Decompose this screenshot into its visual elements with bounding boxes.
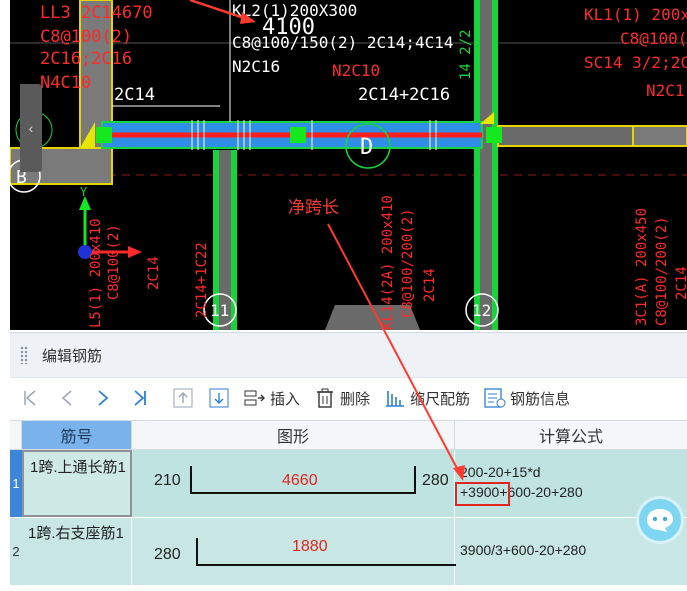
row-number: 2 — [12, 544, 20, 559]
cad-text-ll3: LL3 2C14670 — [40, 3, 153, 23]
skip-first-icon — [20, 387, 42, 409]
shape-mid-length: 1880 — [292, 538, 328, 555]
bar-name-cell[interactable]: 1跨.上通长筋1 — [22, 450, 132, 517]
grip-left[interactable] — [96, 127, 112, 143]
prev-record-button[interactable] — [56, 383, 78, 413]
collapse-left-handle[interactable]: ‹ — [20, 84, 42, 172]
cad-vtext-2c14-1c22: 2C14+1C22 — [194, 242, 210, 318]
table-header-row: 筋号 图形 计算公式 — [10, 420, 687, 450]
chevron-left-icon: ‹ — [28, 120, 34, 136]
scale-rebar-button[interactable]: 缩尺配筋 — [384, 383, 470, 413]
cad-vtext-2c14-b: 2C14 — [422, 268, 438, 302]
delete-button[interactable]: 删除 — [314, 383, 370, 413]
trash-icon — [314, 387, 336, 409]
bar-shape-cell[interactable]: 210 4660 280 — [132, 450, 455, 517]
first-record-button[interactable] — [20, 383, 42, 413]
header-formula[interactable]: 计算公式 — [455, 421, 687, 449]
edit-rebar-panel: 编辑钢筋 插入 删除 缩尺配筋 钢筋信息 筋号 图形 计算公式 1 1跨.上通长… — [10, 332, 687, 591]
cad-text-n2c16: N2C16 — [232, 57, 280, 76]
cad-text-sc14: SC14 3/2;2C1 — [584, 53, 687, 72]
scale-rebar-label: 缩尺配筋 — [410, 390, 471, 408]
table-row[interactable]: 1 1跨.上通长筋1 210 4660 280 200-20+15*d +390… — [10, 450, 687, 518]
cad-vtext-c8-200b: C8@100/200(2) — [654, 216, 670, 326]
ucs-y-label: Y — [80, 185, 88, 199]
formula-rest: +600-20+280 — [499, 484, 583, 500]
drag-grip-icon[interactable] — [20, 346, 28, 364]
cad-vtext-l2: C8@100(2) — [106, 224, 122, 300]
cad-vtext-kl14: KL14(2A) 200x410 — [380, 195, 396, 330]
cad-text-c8-150: C8@100/150(2) 2C14;4C14 — [232, 33, 454, 52]
axis-bubble-12: 12 — [472, 301, 491, 320]
rebar-info-label: 钢筋信息 — [510, 390, 571, 408]
cad-text-c8at100: C8@100(2) — [40, 27, 132, 47]
prev-icon — [56, 387, 78, 409]
rebar-table: 筋号 图形 计算公式 1 1跨.上通长筋1 210 4660 280 200-2… — [10, 420, 687, 586]
highlight-box — [455, 482, 510, 506]
last-record-button[interactable] — [128, 383, 150, 413]
cad-vtext-3c1: 3C1(A) 200x450 — [634, 208, 650, 326]
next-icon — [92, 387, 114, 409]
header-bar-number[interactable]: 筋号 — [22, 421, 132, 449]
next-record-button[interactable] — [92, 383, 114, 413]
move-up-button[interactable] — [172, 383, 194, 413]
cad-text-n4c10: N4C10 — [40, 73, 91, 93]
grip-right[interactable] — [486, 127, 502, 143]
delete-label: 删除 — [340, 390, 371, 408]
skip-last-icon — [128, 387, 150, 409]
arrow-down-box-icon — [208, 387, 230, 409]
cad-text-n2c1: N2C1 — [646, 81, 685, 100]
info-list-icon — [484, 387, 506, 409]
insert-label: 插入 — [270, 390, 301, 408]
cad-vtext-l3: 2C14 — [146, 256, 162, 290]
arrow-up-box-icon — [172, 387, 194, 409]
panel-toolbar: 插入 删除 缩尺配筋 钢筋信息 — [10, 378, 687, 418]
cad-text-c8-100-right: C8@100(2 — [620, 29, 687, 48]
row-number: 1 — [10, 450, 22, 517]
panel-title: 编辑钢筋 — [42, 347, 103, 365]
chat-assistant-button[interactable] — [636, 496, 684, 544]
shape-right-length: 280 — [422, 472, 449, 489]
bar-name-cell[interactable]: 1跨.右支座筋1 — [22, 518, 132, 585]
shape-left-length: 280 — [154, 546, 181, 563]
move-down-button[interactable] — [208, 383, 230, 413]
cad-drawing: D B 11 12 Y LL3 2C14670 C8@100(2) 2C16;2… — [10, 0, 687, 330]
cad-text-c2c16: 2C16;2C16 — [40, 49, 132, 69]
cad-vtext-2c14-c: 2C14 — [674, 266, 687, 300]
axis-bubble-11: 11 — [210, 301, 229, 320]
insert-button[interactable]: 插入 — [244, 383, 300, 413]
chat-icon — [647, 509, 673, 532]
formula-line-1: 200-20+15*d — [460, 464, 541, 480]
annotation-label: 净跨长 — [288, 198, 339, 217]
cad-viewport[interactable]: D B 11 12 Y LL3 2C14670 C8@100(2) 2C16;2… — [10, 0, 687, 330]
scale-bars-icon — [384, 387, 406, 409]
insert-row-icon — [244, 387, 266, 409]
cad-text-top-2c14: 2C14 — [114, 85, 155, 105]
cad-text-n2c10: N2C10 — [332, 61, 380, 80]
cad-text-top-2c14-2c16: 2C14+2C16 — [358, 85, 450, 105]
axis-bubble-d: D — [360, 135, 373, 160]
table-row[interactable]: 2 1跨.右支座筋1 280 1880 3900/3+600-20+280 — [10, 518, 687, 586]
bar-shape-cell[interactable]: 280 1880 — [132, 518, 456, 585]
grip-mid[interactable] — [290, 127, 306, 143]
panel-header: 编辑钢筋 — [10, 332, 687, 378]
cad-vtext-l1: L5(1) 200x410 — [88, 218, 104, 328]
header-shape[interactable]: 图形 — [132, 421, 455, 449]
shape-mid-length: 4660 — [282, 472, 318, 489]
rebar-info-button[interactable]: 钢筋信息 — [484, 383, 570, 413]
cad-text-kl1-spec: KL1(1) 200x4 — [584, 5, 687, 24]
cad-vtext-14: 14 2/2 — [458, 29, 474, 80]
cad-vtext-c8-200: C8@100/200(2) — [400, 208, 416, 318]
shape-left-length: 210 — [154, 472, 181, 489]
